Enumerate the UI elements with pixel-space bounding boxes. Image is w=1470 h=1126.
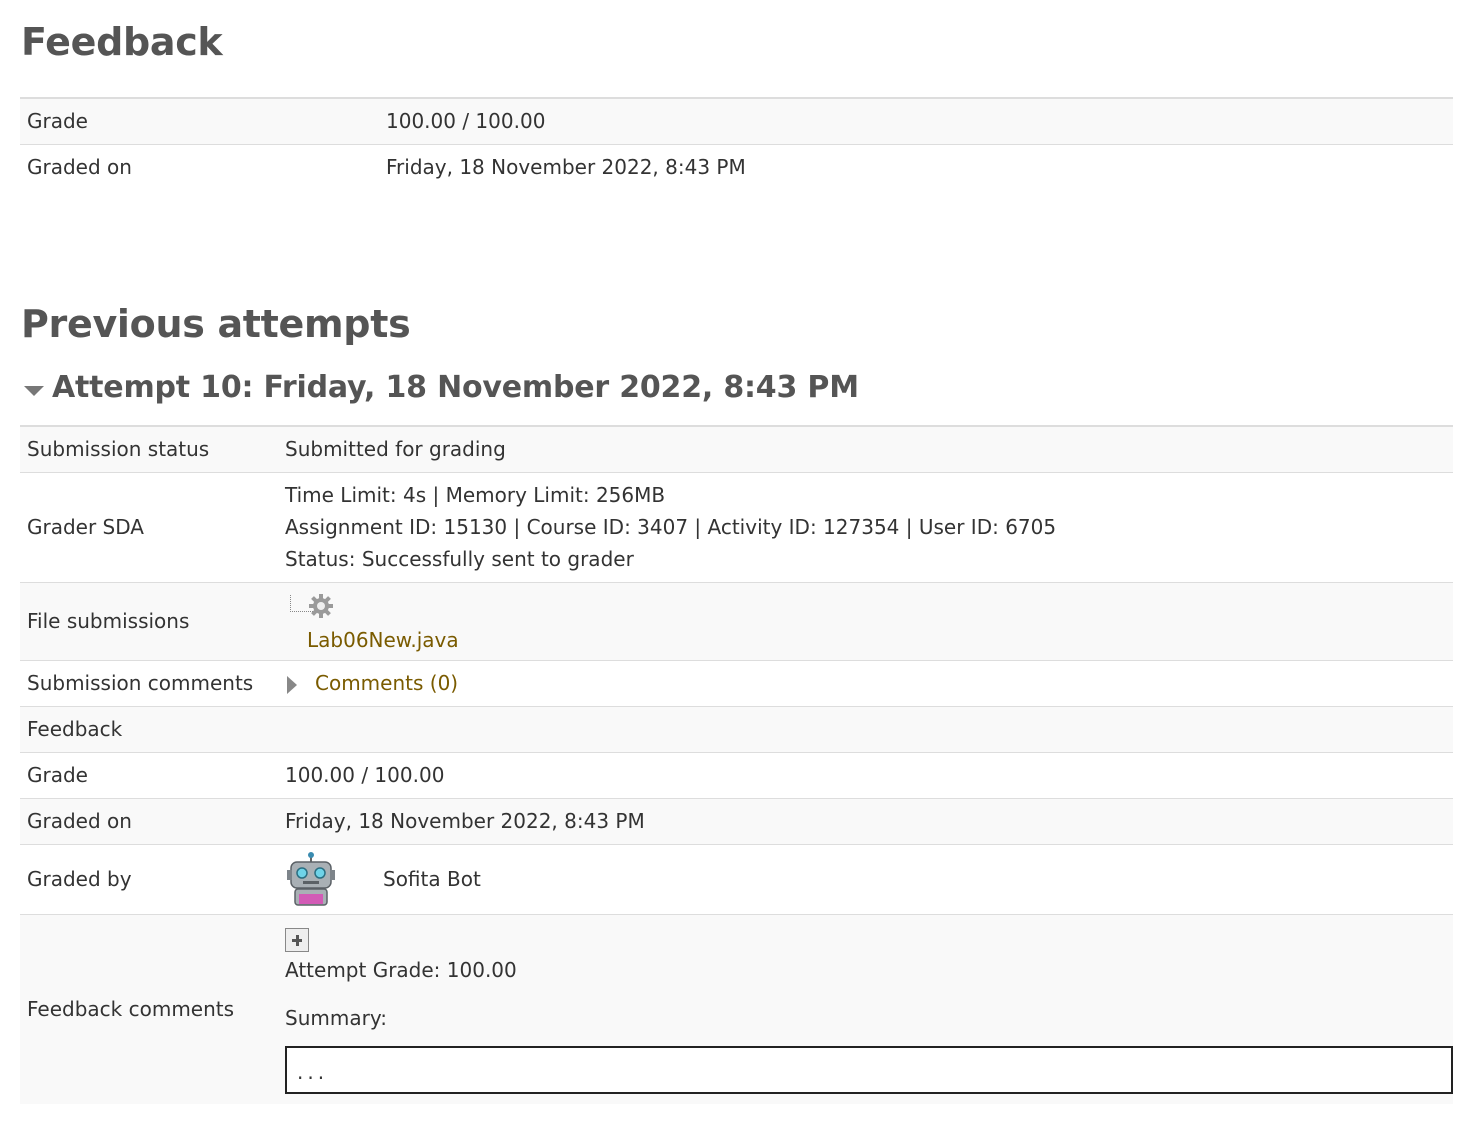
table-row: Graded on Friday, 18 November 2022, 8:43… <box>20 144 1453 190</box>
feedback-comments-label: Feedback comments <box>20 914 278 1104</box>
robot-avatar-icon <box>287 852 335 906</box>
expand-icon[interactable] <box>285 928 309 953</box>
feedback-section-label: Feedback <box>20 706 1453 753</box>
previous-attempts-heading: Previous attempts <box>21 302 411 346</box>
grader-name: Sofita Bot <box>383 867 481 891</box>
grade-value: 100.00 / 100.00 <box>379 98 1453 145</box>
graded-by-value: Sofita Bot <box>278 844 1453 915</box>
graded-on-label: Graded on <box>20 144 379 190</box>
grade-label: Grade <box>20 98 379 145</box>
attempt-table: Submission status Submitted for grading … <box>20 425 1453 1104</box>
summary-box: ... <box>285 1046 1453 1095</box>
table-row: Grade 100.00 / 100.00 <box>20 98 1453 145</box>
attempt-grade-value: 100.00 / 100.00 <box>278 752 1453 799</box>
submission-comments-label: Submission comments <box>20 660 278 707</box>
table-row: Graded by Sofita Bot <box>20 844 1453 915</box>
table-row: Feedback <box>20 706 1453 753</box>
attempt-grade-text: Attempt Grade: 100.00 <box>285 958 517 983</box>
submission-comments-value: Comments (0) <box>278 660 1453 707</box>
attempt-toggle[interactable]: Attempt 10: Friday, 18 November 2022, 8:… <box>24 370 859 405</box>
attempt-title: Attempt 10: Friday, 18 November 2022, 8:… <box>52 370 859 405</box>
submission-status-value: Submitted for grading <box>278 426 1453 473</box>
feedback-comments-value: Attempt Grade: 100.00 Summary: ... <box>278 914 1453 1104</box>
table-row: Feedback comments Attempt Grade: 100.00 … <box>20 914 1453 1104</box>
submission-status-label: Submission status <box>20 426 278 473</box>
table-row: Submission status Submitted for grading <box>20 426 1453 473</box>
expanded-caret-icon <box>24 385 44 396</box>
attempt-grade-label: Grade <box>20 752 278 799</box>
attempt-graded-on-label: Graded on <box>20 798 278 845</box>
feedback-table: Grade 100.00 / 100.00 Graded on Friday, … <box>20 97 1453 190</box>
table-row: Graded on Friday, 18 November 2022, 8:43… <box>20 798 1453 845</box>
grader-limits: Time Limit: 4s | Memory Limit: 256MB <box>285 483 666 507</box>
file-submissions-value: Lab06New.java <box>278 582 1453 661</box>
grader-value: Time Limit: 4s | Memory Limit: 256MB Ass… <box>278 472 1453 583</box>
attempt-graded-on-value: Friday, 18 November 2022, 8:43 PM <box>278 798 1453 845</box>
collapsed-caret-icon[interactable] <box>287 675 297 694</box>
feedback-heading: Feedback <box>21 20 223 64</box>
file-link[interactable]: Lab06New.java <box>307 628 459 652</box>
grader-status: Status: Successfully sent to grader <box>285 547 634 571</box>
table-row: Grade 100.00 / 100.00 <box>20 752 1453 799</box>
summary-label: Summary: <box>285 1006 387 1031</box>
table-row: Submission comments Comments (0) <box>20 660 1453 707</box>
table-row: File submissions Lab06New.java <box>20 582 1453 661</box>
table-row: Grader SDA Time Limit: 4s | Memory Limit… <box>20 472 1453 583</box>
file-submissions-label: File submissions <box>20 582 278 661</box>
graded-on-value: Friday, 18 November 2022, 8:43 PM <box>379 144 1453 190</box>
gear-icon <box>309 593 333 618</box>
grader-label: Grader SDA <box>20 472 278 583</box>
comments-link[interactable]: Comments (0) <box>315 671 458 695</box>
graded-by-label: Graded by <box>20 844 278 915</box>
grader-ids: Assignment ID: 15130 | Course ID: 3407 |… <box>285 515 1057 539</box>
